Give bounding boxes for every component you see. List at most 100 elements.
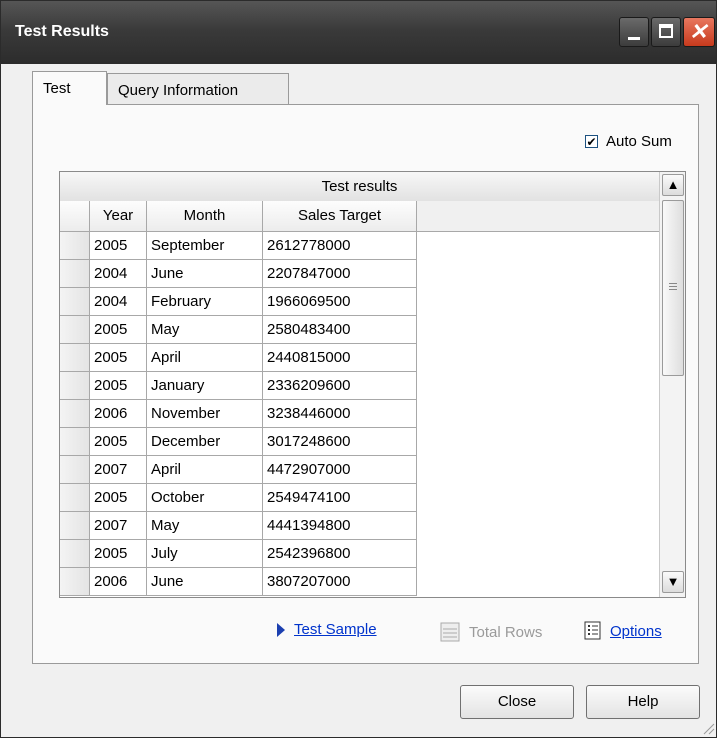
auto-sum-label: Auto Sum — [606, 133, 672, 150]
grip-icon — [669, 283, 677, 292]
scroll-down-button[interactable]: ▼ — [662, 571, 684, 593]
table-row[interactable]: 2004 February 1966069500 — [60, 288, 417, 316]
total-rows-icon — [440, 622, 460, 642]
window-title: Test Results — [15, 23, 109, 40]
table-row[interactable]: 2005 January 2336209600 — [60, 372, 417, 400]
sales-target-cell[interactable]: 2580483400 — [263, 316, 417, 344]
table-row[interactable]: 2005 April 2440815000 — [60, 344, 417, 372]
scroll-up-button[interactable]: ▲ — [662, 174, 684, 196]
sales-target-cell[interactable]: 3238446000 — [263, 400, 417, 428]
table-row[interactable]: 2007 May 4441394800 — [60, 512, 417, 540]
month-cell[interactable]: May — [147, 316, 263, 344]
year-cell[interactable]: 2006 — [90, 400, 147, 428]
scroll-thumb[interactable] — [662, 200, 684, 376]
table-row[interactable]: 2006 June 3807207000 — [60, 568, 417, 596]
maximize-button[interactable] — [651, 17, 681, 47]
year-cell[interactable]: 2005 — [90, 372, 147, 400]
close-icon: ✕ — [689, 19, 708, 44]
month-cell[interactable]: June — [147, 260, 263, 288]
sales-target-cell[interactable]: 2612778000 — [263, 232, 417, 260]
month-cell[interactable]: April — [147, 344, 263, 372]
month-cell[interactable]: June — [147, 568, 263, 596]
grid-header-row: Year Month Sales Target — [60, 201, 659, 232]
table-row[interactable]: 2005 October 2549474100 — [60, 484, 417, 512]
row-header-cell[interactable] — [60, 568, 90, 596]
row-header-cell[interactable] — [60, 372, 90, 400]
row-header-cell[interactable] — [60, 288, 90, 316]
sales-target-cell[interactable]: 1966069500 — [263, 288, 417, 316]
month-cell[interactable]: July — [147, 540, 263, 568]
row-header-cell[interactable] — [60, 512, 90, 540]
month-cell[interactable]: January — [147, 372, 263, 400]
row-header-corner — [60, 201, 90, 231]
table-row[interactable]: 2005 May 2580483400 — [60, 316, 417, 344]
test-sample-link[interactable]: Test Sample — [294, 621, 377, 638]
row-header-cell[interactable] — [60, 400, 90, 428]
row-header-cell[interactable] — [60, 260, 90, 288]
month-cell[interactable]: November — [147, 400, 263, 428]
month-cell[interactable]: April — [147, 456, 263, 484]
grid-caption: Test results — [60, 172, 659, 202]
close-button[interactable]: Close — [460, 685, 574, 719]
vertical-scrollbar[interactable]: ▲ ▼ — [659, 172, 685, 597]
minimize-button[interactable] — [619, 17, 649, 47]
tab-test[interactable]: Test — [32, 71, 107, 105]
sales-target-cell[interactable]: 2336209600 — [263, 372, 417, 400]
auto-sum-checkbox[interactable]: ✔ Auto Sum — [585, 133, 672, 150]
test-sample-action[interactable]: Test Sample — [276, 621, 377, 638]
chevron-down-icon: ▼ — [666, 574, 680, 589]
year-cell[interactable]: 2006 — [90, 568, 147, 596]
year-cell[interactable]: 2005 — [90, 344, 147, 372]
table-row[interactable]: 2005 July 2542396800 — [60, 540, 417, 568]
sales-target-cell[interactable]: 2440815000 — [263, 344, 417, 372]
checkbox-box[interactable]: ✔ — [585, 135, 598, 148]
table-row[interactable]: 2004 June 2207847000 — [60, 260, 417, 288]
table-row[interactable]: 2005 September 2612778000 — [60, 232, 417, 260]
year-cell[interactable]: 2005 — [90, 232, 147, 260]
sales-target-cell[interactable]: 2207847000 — [263, 260, 417, 288]
resize-grip-icon[interactable] — [701, 721, 715, 735]
year-cell[interactable]: 2004 — [90, 288, 147, 316]
row-header-cell[interactable] — [60, 540, 90, 568]
sales-target-cell[interactable]: 4472907000 — [263, 456, 417, 484]
options-list-icon — [584, 621, 601, 640]
column-header-year[interactable]: Year — [90, 201, 147, 231]
sales-target-cell[interactable]: 2542396800 — [263, 540, 417, 568]
close-window-button[interactable]: ✕ — [683, 17, 715, 47]
year-cell[interactable]: 2005 — [90, 484, 147, 512]
column-header-month[interactable]: Month — [147, 201, 263, 231]
row-header-cell[interactable] — [60, 428, 90, 456]
row-header-cell[interactable] — [60, 316, 90, 344]
row-header-cell[interactable] — [60, 484, 90, 512]
month-cell[interactable]: May — [147, 512, 263, 540]
month-cell[interactable]: September — [147, 232, 263, 260]
minimize-icon — [628, 37, 640, 40]
chevron-up-icon: ▲ — [666, 177, 680, 192]
options-link[interactable]: Options — [610, 623, 662, 640]
row-header-cell[interactable] — [60, 456, 90, 484]
row-header-cell[interactable] — [60, 344, 90, 372]
sales-target-cell[interactable]: 4441394800 — [263, 512, 417, 540]
month-cell[interactable]: October — [147, 484, 263, 512]
month-cell[interactable]: December — [147, 428, 263, 456]
year-cell[interactable]: 2005 — [90, 316, 147, 344]
row-header-cell[interactable] — [60, 232, 90, 260]
table-row[interactable]: 2007 April 4472907000 — [60, 456, 417, 484]
month-cell[interactable]: February — [147, 288, 263, 316]
column-header-sales-target[interactable]: Sales Target — [263, 201, 417, 231]
year-cell[interactable]: 2004 — [90, 260, 147, 288]
help-button[interactable]: Help — [586, 685, 700, 719]
table-row[interactable]: 2005 December 3017248600 — [60, 428, 417, 456]
options-action[interactable]: Options — [584, 621, 662, 641]
sales-target-cell[interactable]: 3807207000 — [263, 568, 417, 596]
tab-query-information[interactable]: Query Information — [107, 73, 289, 105]
table-row[interactable]: 2006 November 3238446000 — [60, 400, 417, 428]
sales-target-cell[interactable]: 2549474100 — [263, 484, 417, 512]
year-cell[interactable]: 2005 — [90, 540, 147, 568]
sales-target-cell[interactable]: 3017248600 — [263, 428, 417, 456]
year-cell[interactable]: 2007 — [90, 456, 147, 484]
year-cell[interactable]: 2007 — [90, 512, 147, 540]
results-grid[interactable]: Test results Year Month Sales Target 200… — [59, 171, 686, 598]
year-cell[interactable]: 2005 — [90, 428, 147, 456]
title-bar[interactable]: Test Results ✕ — [1, 1, 716, 64]
